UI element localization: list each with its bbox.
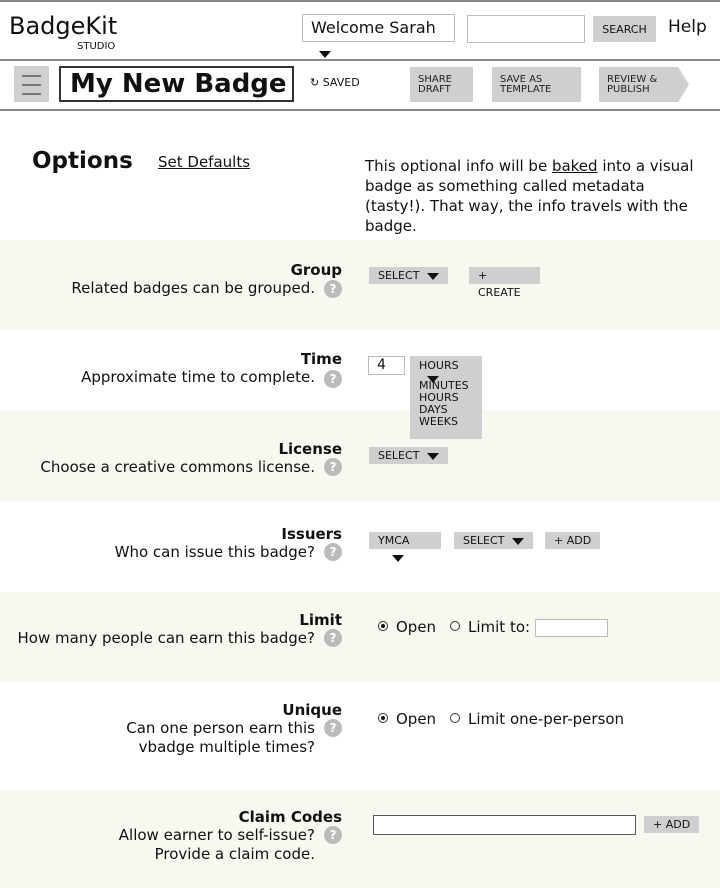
set-defaults-link[interactable]: Set Defaults (158, 153, 250, 171)
help-icon[interactable]: ? (324, 543, 342, 561)
claim-desc-1: Allow earner to self-issue? (118, 826, 315, 844)
help-icon[interactable]: ? (324, 629, 342, 647)
saved-label: SAVED (322, 76, 360, 89)
help-icon[interactable]: ? (324, 826, 342, 844)
brand-sub: STUDIO (77, 41, 116, 52)
menu-button[interactable] (14, 66, 49, 102)
chevron-down-icon (427, 272, 440, 280)
refresh-icon: ↻ (310, 76, 320, 89)
unique-desc-1: Can one person earn this (126, 719, 315, 737)
time-label: Time (300, 350, 342, 368)
issuers-label: Issuers (281, 525, 342, 543)
options-intro: This optional info will be baked into a … (365, 157, 694, 235)
unique-open-radio[interactable]: Open (378, 710, 436, 728)
header-divider (0, 59, 720, 61)
group-create-button[interactable]: + CREATE (469, 267, 540, 299)
time-unit-dropdown[interactable]: HOURS MINUTES HOURS DAYS WEEKS (410, 356, 482, 439)
time-value-input[interactable]: 4 (368, 356, 405, 375)
issuer-add-button[interactable]: + ADD (545, 532, 601, 549)
help-icon[interactable]: ? (324, 719, 342, 737)
limit-input[interactable] (535, 619, 608, 637)
claim-add-button[interactable]: + ADD (644, 816, 700, 833)
unique-desc-2: vbadge multiple times? (138, 738, 315, 756)
license-select[interactable]: SELECT (369, 447, 449, 464)
limit-label: Limit (299, 611, 342, 629)
help-icon[interactable]: ? (324, 458, 342, 476)
issuer-select[interactable]: YMCA (369, 532, 441, 562)
options-title: Options (32, 148, 133, 174)
time-unit-selected: HOURS (419, 359, 473, 383)
badge-title-input[interactable]: My New Badge (59, 66, 294, 102)
unique-one-radio[interactable]: Limit one-per-person (450, 710, 624, 728)
save-template-button[interactable]: SAVE AS TEMPLATE (492, 67, 581, 102)
search-button[interactable]: SEARCH (593, 16, 656, 42)
issuers-desc: Who can issue this badge? (114, 543, 315, 561)
saved-status: ↻ SAVED (310, 76, 360, 89)
group-label: Group (290, 261, 342, 279)
time-desc: Approximate time to complete. (81, 368, 315, 386)
hamburger-icon (22, 75, 41, 95)
dropdown-option[interactable]: WEEKS (419, 416, 473, 428)
claim-label: Claim Codes (238, 808, 342, 826)
license-desc: Choose a creative commons license. (40, 458, 315, 476)
group-select[interactable]: SELECT (369, 267, 449, 284)
brand-logo: BadgeKit (9, 12, 118, 40)
user-menu[interactable]: Welcome Sarah (302, 14, 455, 58)
issuer-add-select[interactable]: SELECT (454, 532, 534, 549)
toolbar-divider (0, 109, 720, 111)
help-icon[interactable]: ? (324, 280, 342, 298)
chevron-down-icon (512, 537, 525, 545)
limit-desc: How many people can earn this badge? (17, 629, 315, 647)
chevron-down-icon (392, 554, 404, 562)
license-label: License (278, 440, 342, 458)
limit-open-radio[interactable]: Open (378, 618, 436, 636)
user-menu-label: Welcome Sarah (311, 18, 436, 37)
claim-desc-2: Provide a claim code. (154, 845, 315, 863)
limit-to-radio[interactable]: Limit to: (450, 618, 530, 636)
unique-label: Unique (282, 701, 342, 719)
help-icon[interactable]: ? (324, 370, 342, 388)
search-input[interactable] (467, 15, 585, 43)
baked-link[interactable]: baked (552, 157, 598, 175)
share-draft-button[interactable]: SHARE DRAFT (410, 67, 473, 102)
license-section (0, 410, 720, 501)
claim-section (0, 790, 720, 888)
group-desc: Related badges can be grouped. (71, 279, 315, 297)
chevron-down-icon (319, 51, 331, 58)
claim-code-input[interactable] (373, 815, 636, 835)
chevron-down-icon (427, 452, 440, 460)
help-link[interactable]: Help (668, 17, 707, 37)
review-publish-button[interactable]: REVIEW & PUBLISH (599, 67, 689, 102)
top-border (0, 0, 720, 2)
